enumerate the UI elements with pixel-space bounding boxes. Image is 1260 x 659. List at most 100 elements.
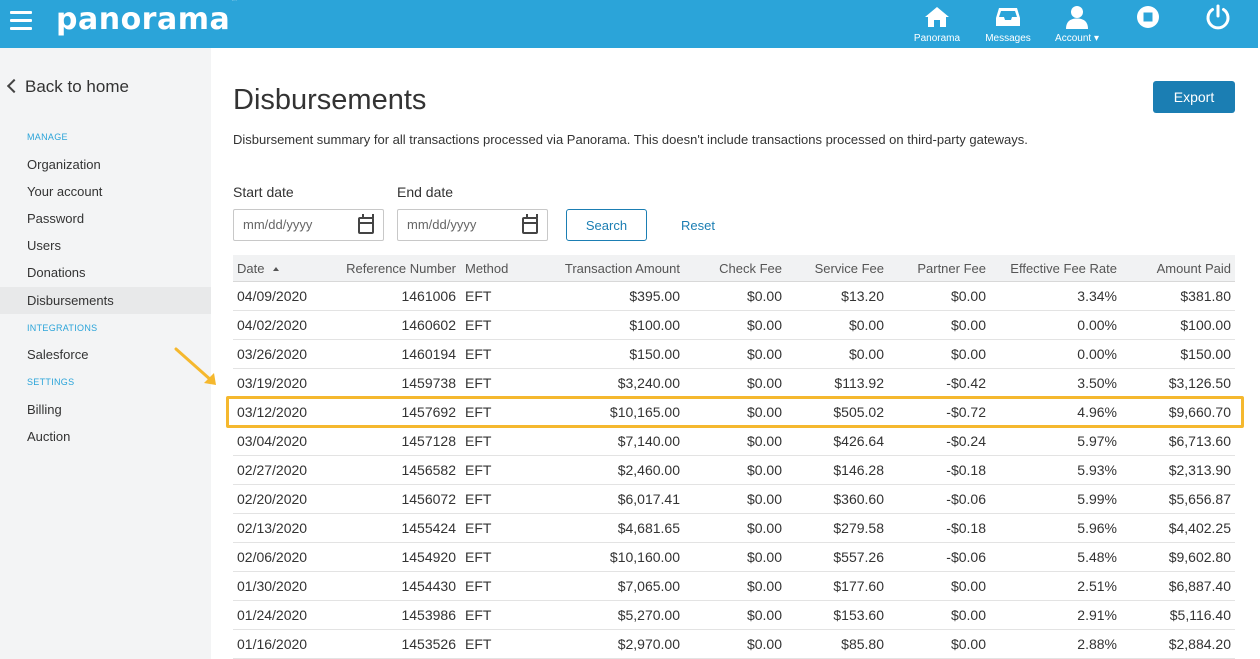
cell-method: EFT [465,375,492,391]
cell-amount-paid: $9,602.80 [1168,549,1231,565]
sidebar-item-your-account[interactable]: Your account [0,178,211,205]
cell-transaction-amount: $150.00 [629,346,680,362]
cell-check-fee: $0.00 [746,462,782,478]
cell-partner-fee: -$0.06 [946,549,986,565]
nav-messages[interactable]: Messages [976,4,1040,44]
cell-partner-fee: -$0.72 [946,404,986,420]
cell-effective-fee-rate: 5.48% [1077,549,1117,565]
sidebar-item-auction[interactable]: Auction [0,423,211,450]
table-row[interactable]: 04/02/2020 1460602 EFT $100.00 $0.00 $0.00 $0.… [233,311,1235,340]
sidebar-item-organization[interactable]: Organization [0,151,211,178]
sidebar-item-salesforce[interactable]: Salesforce [0,341,211,368]
cell-amount-paid: $6,887.40 [1168,578,1231,594]
search-button[interactable]: Search [566,209,647,241]
cell-date: 01/30/2020 [237,578,308,594]
cell-service-fee: $177.60 [833,578,884,594]
column-header-amount-paid[interactable]: Amount Paid [1157,255,1231,282]
start-date-input[interactable]: mm/dd/yyyy [233,209,384,241]
cell-amount-paid: $5,116.40 [1169,607,1231,623]
calendar-icon[interactable] [358,214,374,234]
column-header-method[interactable]: Method [465,255,508,282]
table-row[interactable]: 02/13/2020 1455424 EFT $4,681.65 $0.00 $279.5… [233,514,1235,543]
table-row[interactable]: 02/06/2020 1454920 EFT $10,160.00 $0.00 $557.… [233,543,1235,572]
back-to-home-link[interactable]: Back to home [6,77,129,97]
cell-transaction-amount: $4,681.65 [617,520,680,536]
cell-effective-fee-rate: 2.51% [1077,578,1117,594]
cell-date: 03/04/2020 [237,433,308,449]
column-header-service-fee[interactable]: Service Fee [815,255,884,282]
cell-amount-paid: $3,126.50 [1168,375,1231,391]
section-heading-manage: MANAGE [27,132,68,142]
cell-effective-fee-rate: 0.00% [1077,317,1117,333]
panorama-logo[interactable]: panorama™ [56,0,239,37]
cell-partner-fee: -$0.24 [946,433,986,449]
cell-partner-fee: -$0.18 [946,462,986,478]
cell-amount-paid: $381.80 [1180,288,1231,304]
cell-service-fee: $0.00 [848,317,884,333]
cell-service-fee: $85.80 [841,636,884,652]
table-header: Date Reference Number Method Transaction… [233,255,1235,282]
nav-logout[interactable] [1186,4,1250,33]
cell-reference-number: 1456072 [401,491,456,507]
table-row[interactable]: 02/27/2020 1456582 EFT $2,460.00 $0.00 $146.2… [233,456,1235,485]
cell-partner-fee: -$0.18 [946,520,986,536]
export-button[interactable]: Export [1153,81,1235,113]
cell-reference-number: 1454430 [401,578,456,594]
sort-ascending-icon [273,267,280,271]
table-row[interactable]: 03/04/2020 1457128 EFT $7,140.00 $0.00 $426.6… [233,427,1235,456]
nav-account[interactable]: Account ▾ [1045,4,1109,44]
back-label: Back to home [25,77,129,96]
column-header-date[interactable]: Date [237,255,280,282]
cell-reference-number: 1453986 [401,607,456,623]
cell-service-fee: $557.26 [833,549,884,565]
page-description: Disbursement summary for all transaction… [233,132,1028,147]
top-navbar: panorama™ Panorama Messages Account ▾ [0,0,1258,48]
power-icon [1186,4,1250,30]
reset-link[interactable]: Reset [681,218,715,233]
cell-reference-number: 1460194 [401,346,456,362]
column-header-partner-fee[interactable]: Partner Fee [917,255,986,282]
cell-transaction-amount: $5,270.00 [617,607,680,623]
cell-method: EFT [465,491,492,507]
cell-amount-paid: $4,402.25 [1168,520,1231,536]
table-row[interactable]: 01/30/2020 1454430 EFT $7,065.00 $0.00 $177.6… [233,572,1235,601]
cell-date: 04/09/2020 [237,288,308,304]
cell-transaction-amount: $10,165.00 [609,404,680,420]
table-row[interactable]: 01/24/2020 1453986 EFT $5,270.00 $0.00 $153.6… [233,601,1235,630]
cell-service-fee: $146.28 [833,462,884,478]
sidebar-item-disbursements[interactable]: Disbursements [0,287,211,314]
table-row[interactable]: 04/09/2020 1461006 EFT $395.00 $0.00 $13.20 $0… [233,282,1235,311]
cell-service-fee: $13.20 [841,288,884,304]
table-row[interactable]: 03/19/2020 1459738 EFT $3,240.00 $0.00 $113.9… [233,369,1235,398]
cell-method: EFT [465,636,492,652]
sidebar-item-billing[interactable]: Billing [0,396,211,423]
column-header-reference-number[interactable]: Reference Number [346,255,456,282]
cell-transaction-amount: $2,460.00 [617,462,680,478]
nav-panorama[interactable]: Panorama [905,4,969,44]
table-row[interactable]: 03/26/2020 1460194 EFT $150.00 $0.00 $0.00 $0.… [233,340,1235,369]
hamburger-menu-icon[interactable] [10,11,32,31]
disbursements-table: Date Reference Number Method Transaction… [233,255,1235,659]
column-header-check-fee[interactable]: Check Fee [719,255,782,282]
table-row[interactable]: 03/12/2020 1457692 EFT $10,165.00 $0.00 $505.… [233,398,1235,427]
calendar-icon[interactable] [522,214,538,234]
cell-effective-fee-rate: 5.93% [1077,462,1117,478]
end-date-input[interactable]: mm/dd/yyyy [397,209,548,241]
cell-amount-paid: $150.00 [1180,346,1231,362]
cell-check-fee: $0.00 [746,433,782,449]
cell-check-fee: $0.00 [746,375,782,391]
inbox-icon [976,4,1040,30]
sidebar-item-password[interactable]: Password [0,205,211,232]
nav-stop[interactable] [1116,4,1180,33]
nav-messages-label: Messages [985,33,1031,44]
cell-date: 03/19/2020 [237,375,308,391]
table-row[interactable]: 02/20/2020 1456072 EFT $6,017.41 $0.00 $360.6… [233,485,1235,514]
table-row[interactable]: 01/16/2020 1453526 EFT $2,970.00 $0.00 $85.80… [233,630,1235,659]
column-header-effective-fee-rate[interactable]: Effective Fee Rate [1010,255,1117,282]
cell-date: 02/06/2020 [237,549,308,565]
sidebar-item-users[interactable]: Users [0,232,211,259]
column-header-transaction-amount[interactable]: Transaction Amount [565,255,680,282]
cell-service-fee: $113.92 [834,375,884,391]
sidebar-item-donations[interactable]: Donations [0,259,211,286]
cell-partner-fee: $0.00 [950,636,986,652]
